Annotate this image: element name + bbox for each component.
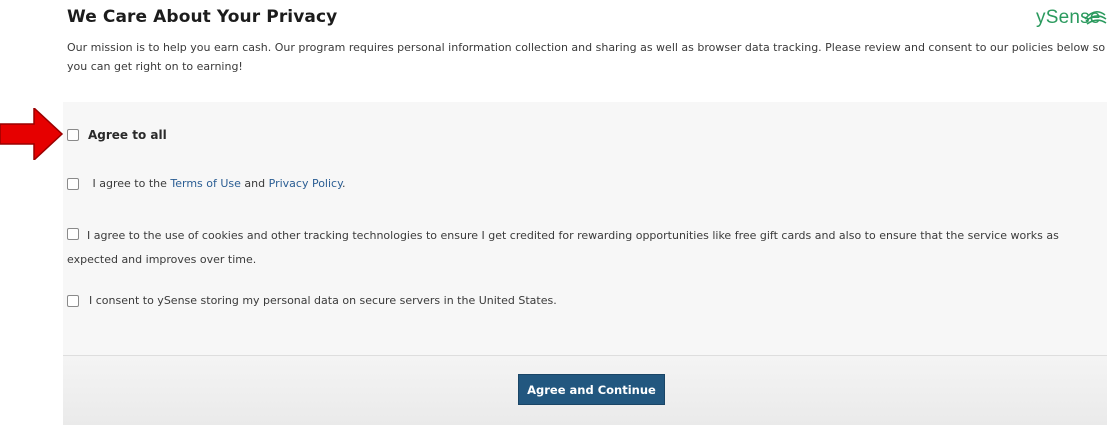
agree-all-checkbox[interactable] bbox=[67, 129, 79, 141]
cookies-checkbox[interactable] bbox=[67, 228, 79, 240]
agree-all-label: Agree to all bbox=[88, 128, 167, 142]
terms-and: and bbox=[240, 177, 269, 190]
intro-text: Our mission is to help you earn cash. Ou… bbox=[67, 41, 1106, 73]
terms-checkbox[interactable] bbox=[67, 178, 79, 190]
red-arrow-icon bbox=[0, 108, 64, 160]
terms-suffix: . bbox=[342, 177, 346, 190]
cookies-label: I agree to the use of cookies and other … bbox=[67, 229, 1059, 266]
agree-and-continue-button[interactable]: Agree and Continue bbox=[518, 374, 665, 405]
cookies-option[interactable]: I agree to the use of cookies and other … bbox=[67, 224, 1107, 272]
data-storage-label: I consent to ySense storing my personal … bbox=[89, 294, 557, 307]
logo-swirl-icon bbox=[1084, 11, 1107, 25]
terms-prefix: I agree to the bbox=[89, 177, 171, 190]
page-title: We Care About Your Privacy bbox=[67, 7, 338, 27]
privacy-policy-link[interactable]: Privacy Policy bbox=[269, 177, 342, 190]
terms-label: I agree to the Terms of Use and Privacy … bbox=[89, 177, 346, 190]
data-storage-option[interactable]: I consent to ySense storing my personal … bbox=[67, 294, 557, 307]
terms-option[interactable]: I agree to the Terms of Use and Privacy … bbox=[67, 177, 346, 190]
privacy-consent-page: We Care About Your Privacy ySense Our mi… bbox=[0, 0, 1107, 425]
ysense-logo: ySense bbox=[1036, 7, 1107, 29]
data-storage-checkbox[interactable] bbox=[67, 295, 79, 307]
terms-of-use-link[interactable]: Terms of Use bbox=[170, 177, 241, 190]
agree-all-option[interactable]: Agree to all bbox=[67, 128, 167, 142]
